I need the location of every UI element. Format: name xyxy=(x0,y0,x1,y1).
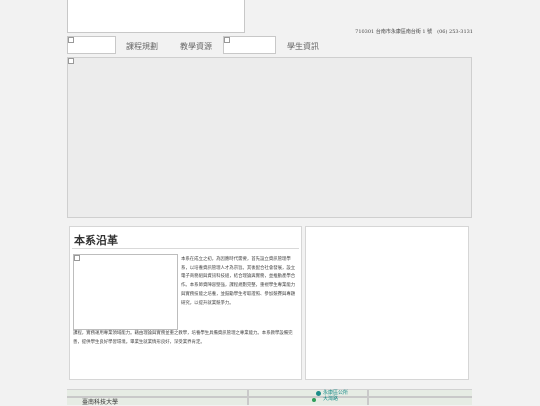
location-map[interactable] xyxy=(67,389,472,405)
map-label-place-line2: 大灣路 xyxy=(323,396,339,402)
nav-link-student-info[interactable]: 學生資訊 xyxy=(287,41,319,52)
news-panel xyxy=(305,226,469,380)
nav-image-1[interactable] xyxy=(67,36,116,54)
site-logo[interactable] xyxy=(67,0,245,33)
nav-link-teaching-resources[interactable]: 教學資源 xyxy=(180,41,212,52)
history-paragraph-continued: 課程，實務運用專業領域能力。藉由理論與實務並重之教學，培養學生具備資訊管理之專業… xyxy=(73,331,293,345)
nav-image-2[interactable] xyxy=(223,36,276,54)
hero-banner xyxy=(67,57,472,218)
broken-image-icon xyxy=(74,255,80,261)
title-divider xyxy=(72,248,299,249)
broken-image-icon xyxy=(68,58,74,64)
map-pin-icon[interactable] xyxy=(312,398,316,402)
broken-image-icon xyxy=(68,37,74,43)
history-paragraph: 本系在成立之初，為因應時代需要，首先設立資訊管理學系，以培養資訊管理人才為宗旨。… xyxy=(181,257,296,306)
broken-image-icon xyxy=(224,37,230,43)
map-label-place: 永康區公所 大灣路 xyxy=(323,390,348,402)
section-title: 本系沿革 xyxy=(74,234,118,247)
history-image xyxy=(73,254,178,330)
map-pin-icon[interactable] xyxy=(316,391,321,396)
contact-address: 710301 台南市永康區南台街 1 號 (06) 253-3131 xyxy=(355,29,473,35)
nav-link-curriculum[interactable]: 課程規劃 xyxy=(126,41,158,52)
